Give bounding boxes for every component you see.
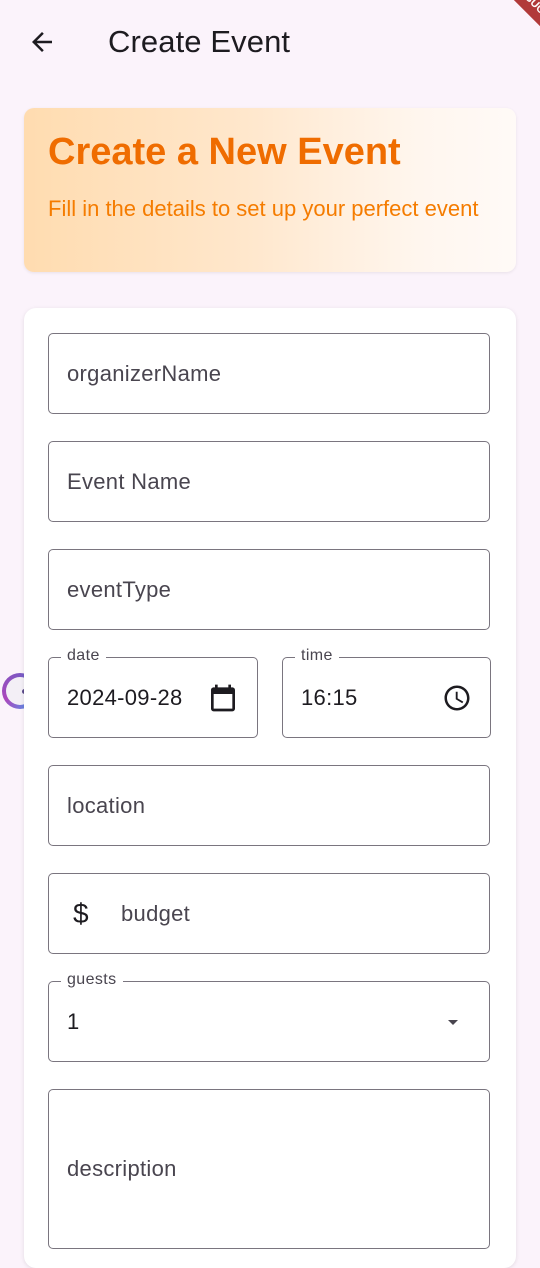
event-type-placeholder: eventType — [67, 576, 172, 602]
time-value: 16:15 — [301, 684, 358, 710]
guests-dropdown[interactable]: guests 1 — [48, 970, 490, 1062]
hero-banner: Create a New Event Fill in the details t… — [24, 108, 516, 272]
location-placeholder: location — [67, 792, 146, 818]
arrow-back-icon — [32, 32, 52, 52]
budget-placeholder: budget — [121, 900, 191, 926]
app-bar: Create Event — [0, 0, 540, 84]
event-name-placeholder: Event Name — [67, 468, 192, 494]
date-field[interactable]: date 2024-09-28 — [48, 646, 258, 738]
time-field[interactable]: time 16:15 — [282, 646, 491, 738]
description-placeholder: description — [67, 1156, 177, 1181]
event-form-card: organizerName Event Name eventType date … — [24, 308, 516, 1268]
budget-field[interactable]: $ budget — [48, 873, 490, 954]
date-value: 2024-09-28 — [67, 684, 183, 710]
organizer-name-placeholder: organizerName — [67, 360, 222, 386]
event-type-field[interactable]: eventType — [48, 549, 490, 630]
calendar-icon[interactable] — [207, 681, 239, 715]
dropdown-arrow-icon — [448, 1019, 458, 1025]
hero-subtitle: Fill in the details to set up your perfe… — [48, 196, 479, 221]
organizer-name-field[interactable]: organizerName — [48, 333, 490, 414]
location-field[interactable]: location — [48, 765, 490, 846]
page-title: Create Event — [108, 24, 291, 59]
back-button[interactable] — [20, 22, 64, 62]
dollar-icon: $ — [73, 897, 89, 929]
event-name-field[interactable]: Event Name — [48, 441, 490, 522]
clock-icon[interactable] — [442, 683, 472, 713]
description-field[interactable]: description — [48, 1089, 490, 1249]
guests-value: 1 — [67, 1008, 80, 1034]
hero-title: Create a New Event — [48, 131, 401, 173]
